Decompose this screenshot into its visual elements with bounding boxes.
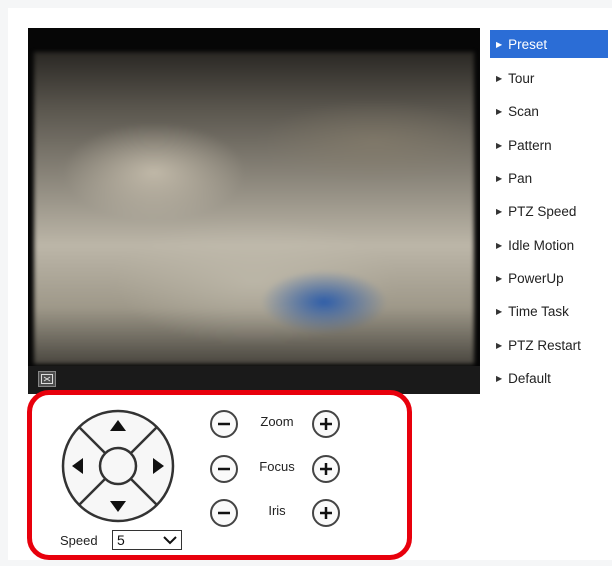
video-frame (34, 52, 474, 364)
menu-item-label: PTZ Restart (508, 337, 581, 353)
menu-item-pattern[interactable]: ▶ Pattern (490, 129, 608, 162)
caret-right-icon: ▶ (496, 273, 503, 283)
video-preview (28, 28, 480, 394)
menu-item-label: Pattern (508, 137, 552, 153)
caret-right-icon: ▶ (496, 307, 503, 317)
caret-right-icon: ▶ (496, 373, 503, 383)
menu-item-label: PTZ Speed (508, 204, 577, 220)
menu-item-time-task[interactable]: ▶ Time Task (490, 295, 608, 328)
caret-right-icon: ▶ (496, 240, 503, 250)
caret-right-icon: ▶ (496, 340, 503, 350)
menu-item-label: Preset (508, 36, 548, 52)
menu-item-default[interactable]: ▶ Default (490, 362, 608, 395)
menu-item-idle-motion[interactable]: ▶ Idle Motion (490, 228, 608, 261)
caret-right-icon: ▶ (496, 39, 503, 49)
menu-item-label: Tour (508, 71, 535, 87)
ptz-function-menu: ▶ Preset ▶ Tour ▶ Scan ▶ Pattern ▶ Pan ▶… (490, 30, 608, 395)
menu-item-preset[interactable]: ▶ Preset (490, 30, 608, 58)
caret-right-icon: ▶ (496, 174, 503, 184)
caret-right-icon: ▶ (496, 74, 503, 84)
caret-right-icon: ▶ (496, 207, 503, 217)
menu-item-label: Idle Motion (508, 237, 575, 253)
menu-item-label: Default (508, 370, 551, 386)
menu-item-ptz-restart[interactable]: ▶ PTZ Restart (490, 328, 608, 361)
menu-item-pan[interactable]: ▶ Pan (490, 162, 608, 195)
menu-item-ptz-speed[interactable]: ▶ PTZ Speed (490, 195, 608, 228)
menu-item-label: Pan (508, 171, 533, 187)
menu-item-powerup[interactable]: ▶ PowerUp (490, 262, 608, 295)
fullscreen-icon[interactable] (38, 371, 56, 387)
menu-item-label: PowerUp (508, 270, 564, 286)
menu-item-label: Scan (508, 104, 539, 120)
menu-item-scan[interactable]: ▶ Scan (490, 95, 608, 128)
menu-item-label: Time Task (508, 304, 569, 320)
menu-item-tour[interactable]: ▶ Tour (490, 62, 608, 95)
caret-right-icon: ▶ (496, 107, 503, 117)
ptz-controls-highlight (27, 390, 412, 560)
caret-right-icon: ▶ (496, 140, 503, 150)
